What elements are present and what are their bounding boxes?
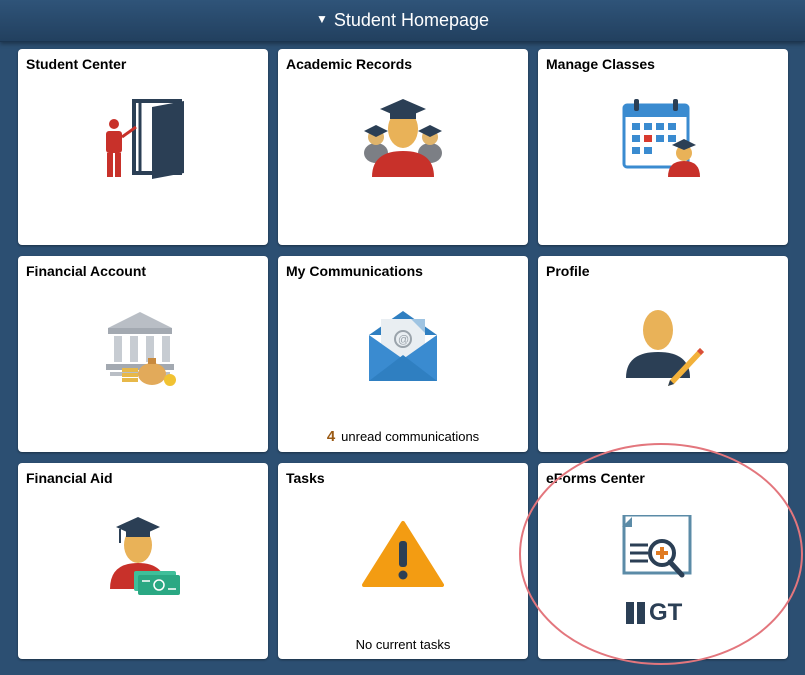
tile-manage-classes[interactable]: Manage Classes — [538, 49, 788, 245]
graduates-group-icon — [364, 99, 442, 177]
tile-my-communications[interactable]: My Communications @ 4 unread communicatio… — [278, 256, 528, 452]
tile-title: Financial Aid — [26, 470, 113, 486]
tile-profile[interactable]: Profile — [538, 256, 788, 452]
warning-triangle-icon — [362, 521, 444, 587]
svg-text:@: @ — [398, 334, 409, 346]
graduate-cash-icon — [110, 517, 180, 595]
tile-title: Academic Records — [286, 56, 413, 72]
tile-title: eForms Center — [546, 470, 645, 486]
tile-tasks[interactable]: Tasks No current tasks — [278, 463, 528, 659]
unread-count: 4 — [326, 428, 336, 445]
bank-money-bag-icon — [106, 312, 176, 386]
envelope-email-icon: @ — [369, 311, 437, 381]
tile-title: Profile — [546, 263, 590, 279]
tile-academic-records[interactable]: Academic Records — [278, 49, 528, 245]
tile-title: My Communications — [286, 263, 423, 279]
unread-label: unread communications — [341, 429, 480, 444]
page-header[interactable]: ▼ Student Homepage — [0, 0, 805, 42]
page-title: Student Homepage — [333, 10, 489, 30]
tasks-status: No current tasks — [355, 637, 451, 652]
gt-logo: GT — [626, 601, 682, 625]
person-pencil-icon — [626, 310, 704, 386]
tile-title: Tasks — [286, 470, 325, 486]
tile-title: Manage Classes — [546, 56, 655, 72]
gt-logo-text: GT — [649, 599, 683, 626]
caret-down-icon: ▼ — [316, 11, 328, 26]
tile-financial-account[interactable]: Financial Account — [18, 256, 268, 452]
tile-title: Student Center — [26, 56, 127, 72]
calendar-graduate-icon — [622, 99, 700, 177]
student-center-door-icon — [106, 99, 184, 179]
tile-financial-aid[interactable]: Financial Aid — [18, 463, 268, 659]
tile-eforms-center[interactable]: eForms Center GT — [538, 463, 788, 659]
tile-title: Financial Account — [26, 263, 147, 279]
communications-summary: 4 unread communications — [278, 428, 528, 445]
eforms-document-search-icon — [622, 515, 692, 578]
tile-student-center[interactable]: Student Center — [18, 49, 268, 245]
